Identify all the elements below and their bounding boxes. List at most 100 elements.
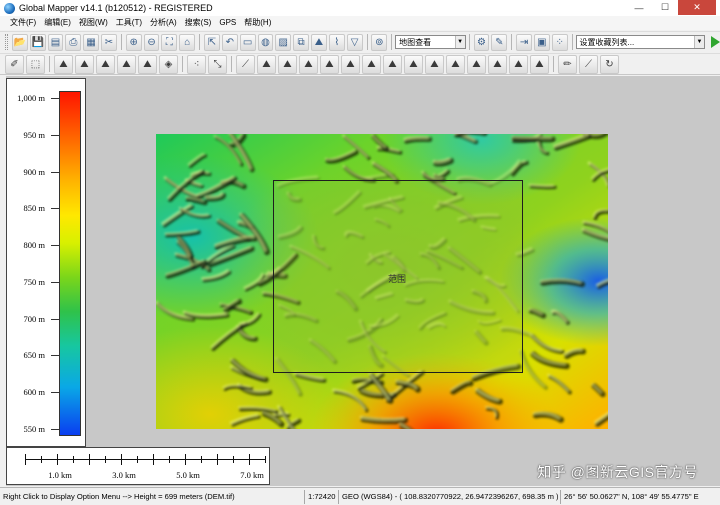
scale-tick: [185, 454, 186, 465]
legend-tick-label: 1,000 m: [17, 93, 45, 104]
layers-icon[interactable]: ⧉: [293, 33, 310, 51]
edit-vertex-icon[interactable]: ⬚: [26, 54, 45, 74]
terrain-11-icon[interactable]: ⛰: [467, 54, 486, 74]
close-button[interactable]: ✕: [678, 0, 716, 15]
scale-bar: 1.0 km 3.0 km 5.0 km 7.0 km: [6, 447, 270, 485]
scale-tick: [41, 456, 42, 463]
overlay-control-icon[interactable]: ▦: [83, 33, 100, 51]
home-icon[interactable]: ⌂: [179, 33, 196, 51]
toolbar-grip[interactable]: [5, 34, 8, 50]
map-view[interactable]: 1,000 m 950 m 900 m 850 m 800 m 750 m 700 m 650…: [0, 76, 720, 486]
elevation-color-ramp: [59, 91, 81, 436]
terrain-8-icon[interactable]: ⛰: [404, 54, 423, 74]
terrain-7-icon[interactable]: ⛰: [383, 54, 402, 74]
configure-icon[interactable]: ⚙: [473, 33, 490, 51]
menu-analysis[interactable]: 分析(A): [146, 16, 181, 30]
favorites-combo[interactable]: 设置收藏列表... ▼: [575, 35, 705, 49]
status-coordinates: GEO (WGS84) - ( 108.8320770922, 26.94723…: [339, 489, 561, 504]
mountain-icon[interactable]: ⛰: [311, 33, 327, 51]
status-scale: 1:72420: [305, 489, 339, 504]
edit-feature-icon[interactable]: ✐: [5, 54, 24, 74]
chevron-down-icon[interactable]: ▼: [454, 36, 465, 48]
legend-tick-label: 550 m: [23, 423, 46, 434]
tools-icon[interactable]: ✂: [101, 33, 117, 51]
draw-line-icon[interactable]: ⟋: [236, 54, 255, 74]
pencil-icon[interactable]: ✏: [558, 54, 577, 74]
status-bar: Right Click to Display Option Menu --> H…: [0, 487, 720, 505]
globe-3d-icon[interactable]: ◍: [257, 33, 274, 51]
globe-icon: [4, 2, 15, 14]
menu-bar: 文件(F) 编辑(E) 视图(W) 工具(T) 分析(A) 搜索(S) GPS …: [0, 16, 720, 30]
menu-file[interactable]: 文件(F): [6, 16, 40, 30]
node-icon[interactable]: ⁖: [187, 54, 206, 74]
select-icon[interactable]: ⇱: [204, 33, 220, 51]
snap-icon[interactable]: ⤡: [208, 54, 227, 74]
create-point-icon[interactable]: ⛰: [96, 54, 115, 74]
filter-icon[interactable]: ▽: [346, 33, 363, 51]
menu-tools[interactable]: 工具(T): [112, 16, 146, 30]
open-data-icon[interactable]: ▤: [47, 33, 64, 51]
lidar-icon[interactable]: ⁘: [551, 33, 568, 51]
measure-icon[interactable]: ▭: [239, 33, 256, 51]
elevation-legend: 1,000 m 950 m 900 m 850 m 800 m 750 m 700 m 650…: [6, 78, 86, 447]
scale-tick: [233, 456, 234, 463]
terrain-1-icon[interactable]: ⛰: [257, 54, 276, 74]
legend-tick: [51, 171, 59, 173]
scale-tick: [25, 454, 26, 465]
global-mapper-window: Global Mapper v14.1 (b120512) - REGISTER…: [0, 0, 720, 505]
path-profile-icon[interactable]: ⌇: [328, 33, 345, 51]
grid-icon[interactable]: ◈: [159, 54, 178, 74]
zoom-extent-icon[interactable]: ⛶: [161, 33, 178, 51]
terrain-4-icon[interactable]: ⛰: [320, 54, 339, 74]
menu-gps[interactable]: GPS: [215, 16, 240, 30]
create-line-icon[interactable]: ⛰: [75, 54, 94, 74]
legend-tick-label: 600 m: [23, 386, 46, 397]
scale-tick: [137, 456, 138, 463]
scale-tick: [217, 454, 218, 465]
minimize-button[interactable]: —: [626, 0, 652, 15]
terrain-3-icon[interactable]: ⛰: [299, 54, 318, 74]
watermark: 知乎 @图新云GIS官方号: [537, 464, 698, 480]
open-folder-icon[interactable]: 📂: [11, 33, 28, 51]
play-icon[interactable]: [710, 36, 720, 48]
terrain-10-icon[interactable]: ⛰: [446, 54, 465, 74]
scale-tick: [201, 456, 202, 463]
terrain-5-icon[interactable]: ⛰: [341, 54, 360, 74]
legend-tick: [51, 135, 59, 137]
rotate-icon[interactable]: ↻: [600, 54, 619, 74]
measure-line-icon[interactable]: ⟋: [579, 54, 598, 74]
terrain-6-icon[interactable]: ⛰: [362, 54, 381, 74]
menu-help[interactable]: 帮助(H): [240, 16, 275, 30]
terrain-13-icon[interactable]: ⛰: [509, 54, 528, 74]
layer-combo[interactable]: 地图查看 ▼: [395, 35, 466, 49]
terrain-12-icon[interactable]: ⛰: [488, 54, 507, 74]
pin-icon[interactable]: ✎: [491, 33, 508, 51]
chevron-down-icon[interactable]: ▼: [693, 36, 704, 48]
undo-icon[interactable]: ↶: [221, 33, 238, 51]
menu-search[interactable]: 搜索(S): [181, 16, 216, 30]
image-icon[interactable]: ▨: [275, 33, 292, 51]
terrain-9-icon[interactable]: ⛰: [425, 54, 444, 74]
menu-view[interactable]: 视图(W): [75, 16, 112, 30]
scale-tick: [121, 454, 122, 465]
legend-tick: [51, 355, 59, 357]
create-area-icon[interactable]: ⛰: [54, 54, 73, 74]
legend-tick-label: 850 m: [23, 203, 46, 214]
zoom-out-icon[interactable]: ⊖: [143, 33, 160, 51]
zoom-in-icon[interactable]: ⊕: [125, 33, 142, 51]
menu-edit[interactable]: 编辑(E): [40, 16, 75, 30]
extent-label: 范围: [388, 274, 407, 284]
legend-tick: [51, 428, 59, 430]
scale-tick: [89, 454, 90, 465]
script-icon[interactable]: ▣: [533, 33, 550, 51]
terrain-14-icon[interactable]: ⛰: [530, 54, 549, 74]
scale-label: 3.0 km: [112, 470, 136, 480]
terrain-2-icon[interactable]: ⛰: [278, 54, 297, 74]
print-icon[interactable]: ⎙: [65, 33, 82, 51]
binoculars-icon[interactable]: ⊚: [371, 33, 388, 51]
maximize-button[interactable]: ☐: [652, 0, 678, 15]
create-rect-icon[interactable]: ⛰: [117, 54, 136, 74]
export-icon[interactable]: ⇥: [516, 33, 532, 51]
create-circle-icon[interactable]: ⛰: [138, 54, 157, 74]
save-icon[interactable]: 💾: [29, 33, 46, 51]
